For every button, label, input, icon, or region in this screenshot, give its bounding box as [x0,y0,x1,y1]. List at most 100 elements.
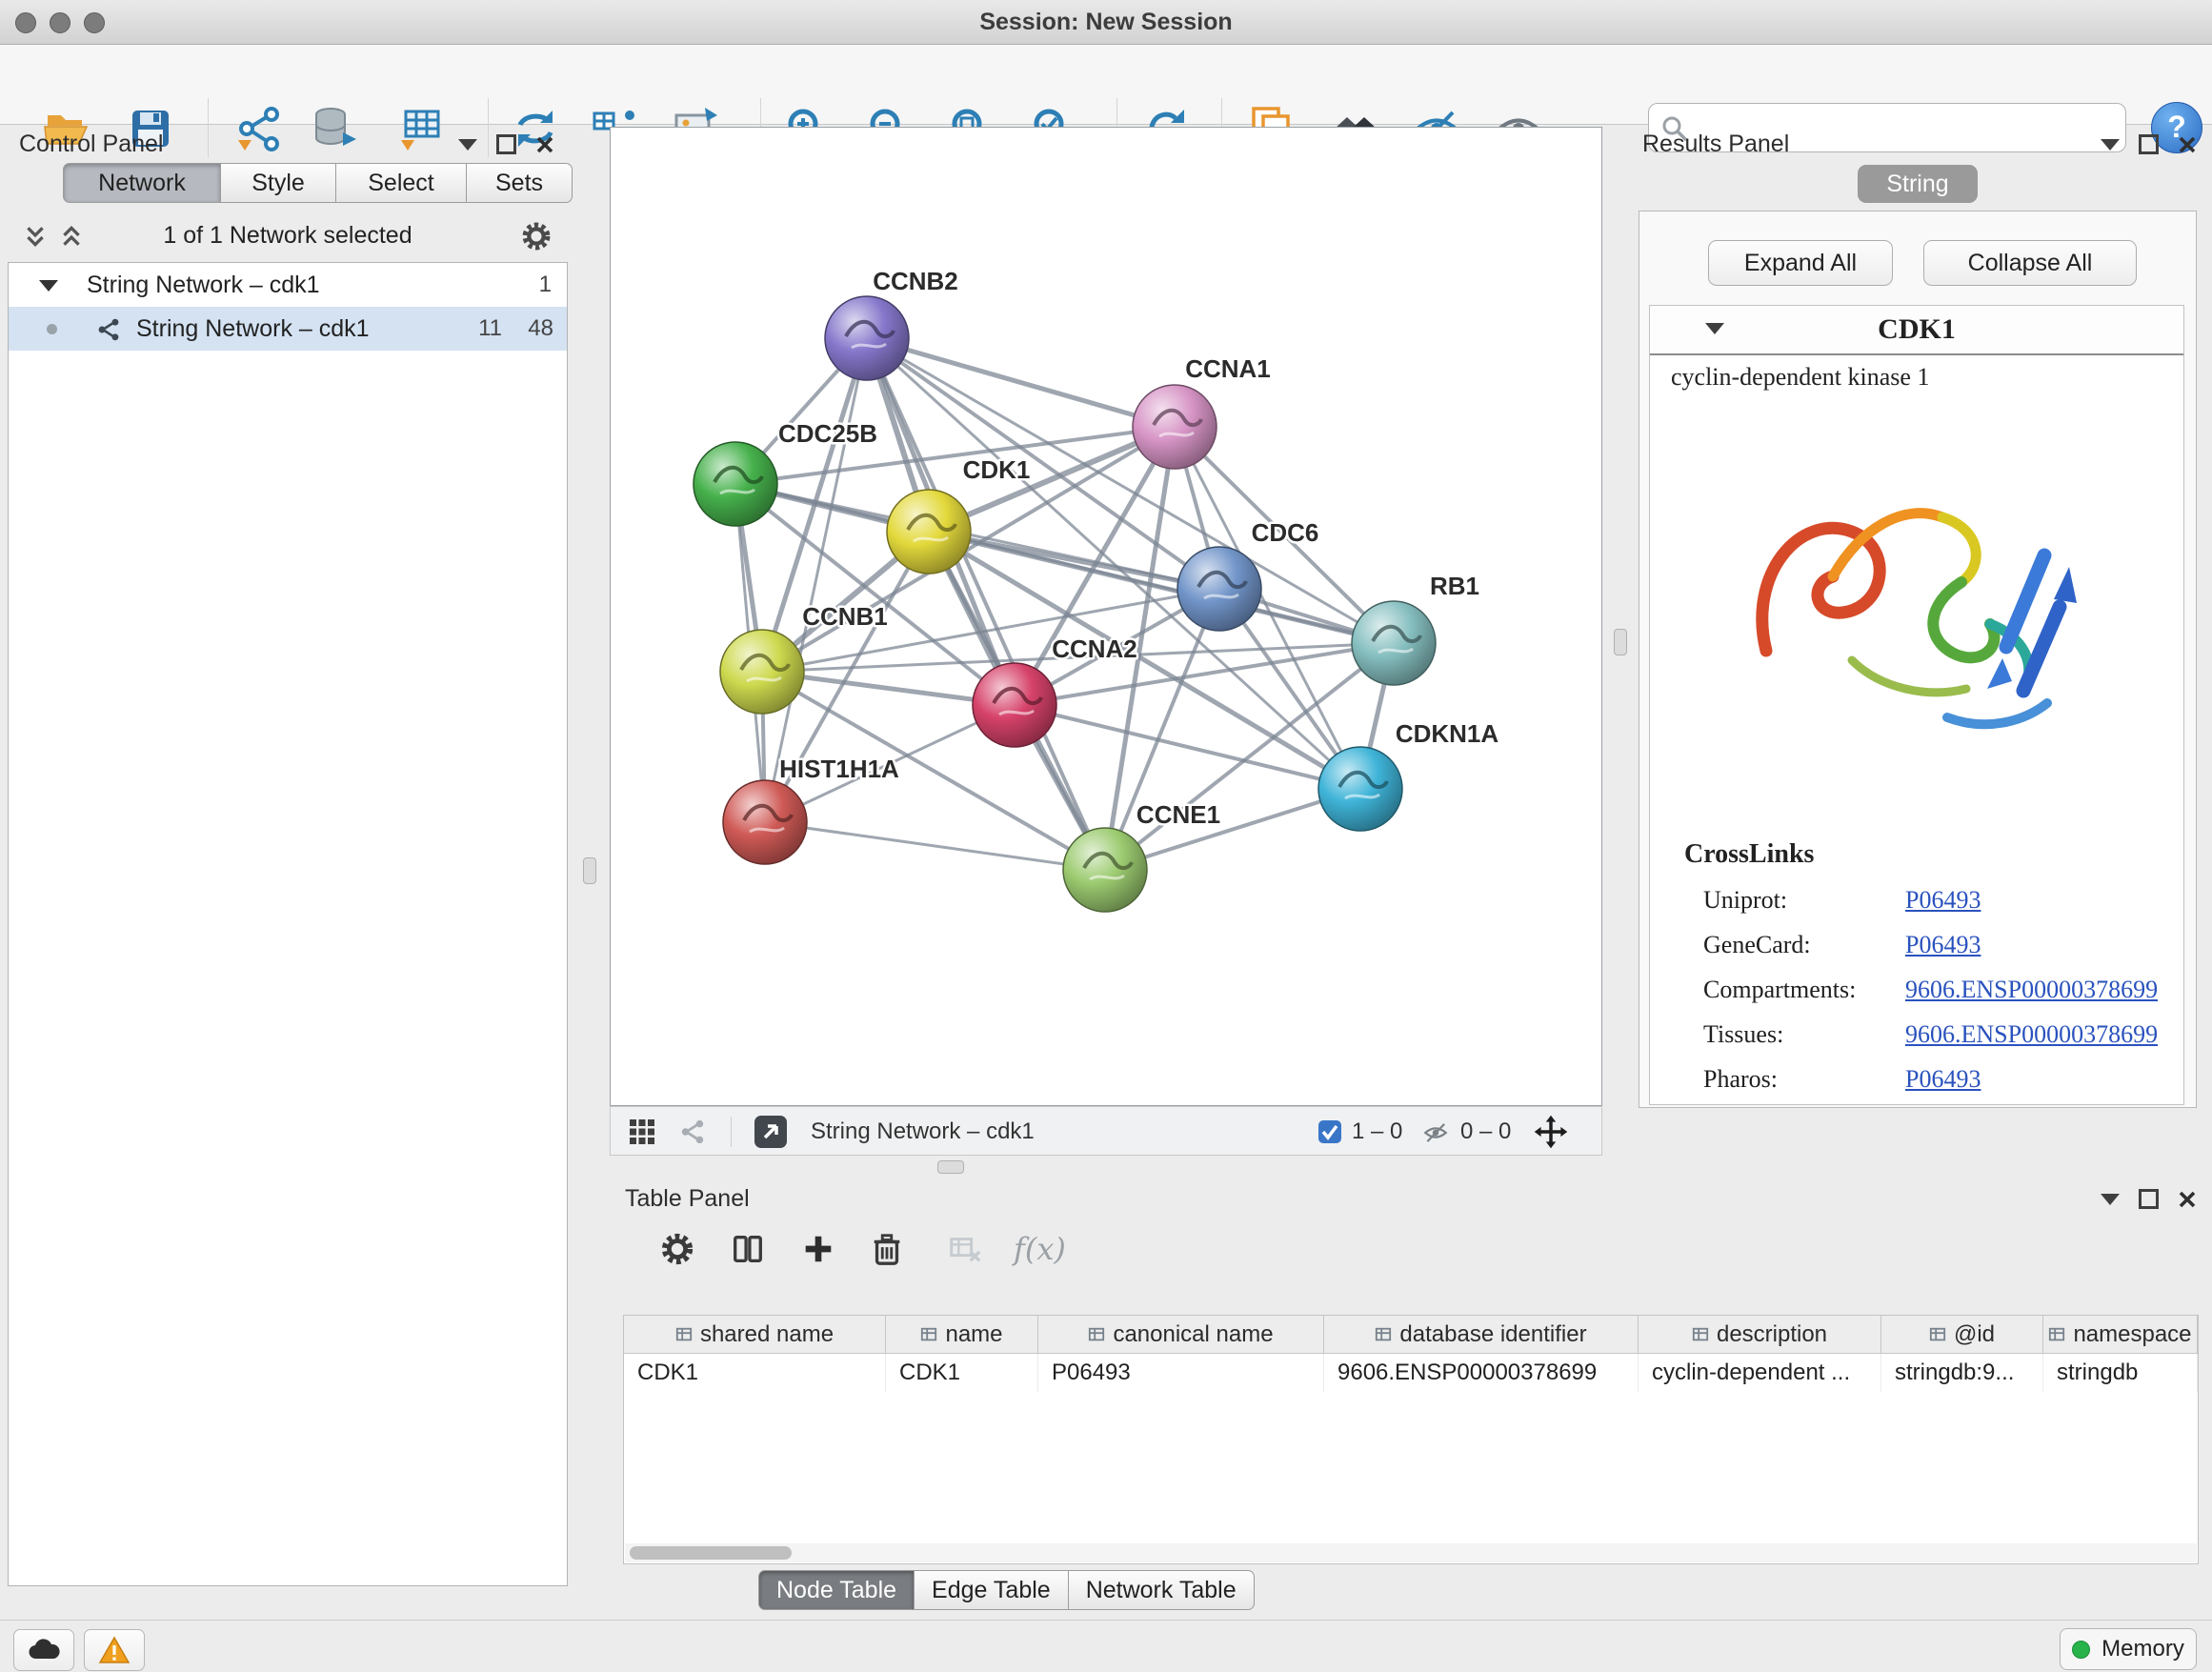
show-columns-icon[interactable] [730,1231,766,1267]
expand-all-button[interactable]: Expand All [1708,240,1893,286]
crosslink-label: GeneCard: [1703,922,1811,967]
collapse-all-button[interactable]: Collapse All [1923,240,2137,286]
network-node-cdk1[interactable] [887,490,971,574]
crosslink-row: Compartments: 9606.ENSP00000378699 [1650,967,2183,1012]
tree-row-network[interactable]: String Network – cdk1 11 48 [9,307,567,351]
crosslink-link[interactable]: 9606.ENSP00000378699 [1905,967,2158,1012]
tab-edge-table[interactable]: Edge Table [914,1570,1069,1610]
crosslink-link[interactable]: 9606.ENSP00000378699 [1905,1012,2158,1057]
network-graph: CCNB2CCNA1CDC25BCDK1CDC6RB1CCNB1CCNA2CDK… [611,128,1601,1105]
float-panel-button[interactable] [2101,139,2120,151]
float-panel-button[interactable] [458,139,477,151]
network-status-bar: String Network – cdk1 1 – 0 0 – 0 [610,1106,1602,1156]
node-label: CDKN1A [1396,719,1499,748]
column-label: description [1717,1321,1827,1348]
protein-structure-image [1709,413,2128,813]
splitter-handle[interactable] [583,857,596,884]
tab-select[interactable]: Select [335,163,467,203]
column-icon [675,1326,693,1343]
tab-network-table[interactable]: Network Table [1068,1570,1255,1610]
crosslink-label: Pharos: [1703,1057,1778,1101]
network-node-cdc6[interactable] [1177,547,1261,631]
table-settings-gear-icon[interactable] [659,1231,695,1267]
maximize-panel-button[interactable] [2139,1189,2159,1209]
open-in-new-icon[interactable] [754,1115,788,1149]
network-edge[interactable] [765,822,1105,870]
disclosure-triangle-icon[interactable] [39,280,58,292]
horizontal-scrollbar [625,1543,2197,1562]
warnings-button[interactable] [84,1629,145,1671]
hidden-eye-slash-icon[interactable] [1422,1119,1449,1146]
splitter-handle[interactable] [937,1160,964,1174]
cell-database-identifier: 9606.ENSP00000378699 [1324,1354,1639,1392]
close-panel-button[interactable] [535,135,554,154]
splitter-handle[interactable] [1614,629,1627,655]
network-count: 1 [539,263,552,307]
tree-row-collection[interactable]: String Network – cdk1 1 [9,263,567,307]
network-node-ccne1[interactable] [1063,828,1147,912]
network-node-ccnb1[interactable] [720,630,804,714]
tab-network[interactable]: Network [63,163,221,203]
column-header-canonical-name[interactable]: canonical name [1038,1316,1324,1354]
cloud-button[interactable] [13,1629,74,1671]
network-node-ccna1[interactable] [1133,385,1217,469]
node-label: CCNA1 [1185,354,1271,383]
network-edge[interactable] [867,338,1394,643]
crosslink-link[interactable]: P06493 [1905,1057,1981,1101]
network-node-hist1h1a[interactable] [723,780,807,864]
crosslink-link[interactable]: P06493 [1905,922,1981,967]
network-view-icon[interactable] [679,1118,706,1145]
crosslink-label: Compartments: [1703,967,1856,1012]
window-titlebar: Session: New Session [0,0,2212,45]
network-tree: String Network – cdk1 1 String Network –… [8,262,568,1586]
column-header-name[interactable]: name [886,1316,1038,1354]
grid-view-icon[interactable] [628,1118,656,1146]
column-icon [1375,1326,1392,1343]
gear-icon[interactable] [520,220,553,252]
column-header-shared-name[interactable]: shared name [624,1316,886,1354]
main-toolbar: ? [0,45,2212,125]
column-header-database-identifier[interactable]: database identifier [1324,1316,1639,1354]
network-node-rb1[interactable] [1352,601,1436,685]
edge-count: 48 [528,307,553,351]
column-header-namespace[interactable]: namespace [2043,1316,2198,1354]
float-panel-button[interactable] [2101,1194,2120,1205]
column-label: name [945,1321,1002,1348]
close-panel-button[interactable] [2178,1190,2197,1209]
column-label: @id [1954,1321,1995,1348]
tab-string[interactable]: String [1858,165,1978,203]
node-label: CCNB2 [873,267,958,295]
column-header-id[interactable]: @id [1881,1316,2043,1354]
table-row[interactable]: CDK1 CDK1 P06493 9606.ENSP00000378699 cy… [624,1354,2198,1392]
selected-node-edge-counts: 1 – 0 [1352,1107,1402,1157]
maximize-panel-button[interactable] [2139,134,2159,154]
network-canvas[interactable]: CCNB2CCNA1CDC25BCDK1CDC6RB1CCNB1CCNA2CDK… [610,127,1602,1106]
tab-sets[interactable]: Sets [466,163,573,203]
memory-button[interactable]: Memory [2060,1628,2197,1670]
tab-node-table[interactable]: Node Table [758,1570,915,1610]
network-node-ccna2[interactable] [973,663,1056,747]
add-column-plus-icon[interactable] [800,1231,836,1267]
cell-id: stringdb:9... [1881,1354,2043,1392]
column-label: canonical name [1113,1321,1273,1348]
fit-content-crosshair-icon[interactable] [1533,1114,1569,1150]
network-edge[interactable] [867,338,1175,427]
network-edge[interactable] [867,338,1105,870]
network-node-cdc25b[interactable] [694,442,777,526]
close-panel-button[interactable] [2178,135,2197,154]
crosslink-row: Tissues: 9606.ENSP00000378699 [1650,1012,2183,1057]
maximize-panel-button[interactable] [496,134,516,154]
network-edge[interactable] [765,338,867,822]
network-node-ccnb2[interactable] [825,296,909,380]
crosslink-link[interactable]: P06493 [1905,877,1981,922]
hidden-node-edge-counts: 0 – 0 [1460,1107,1511,1157]
tab-style[interactable]: Style [220,163,336,203]
function-builder-fx[interactable]: f(x) [1014,1231,1066,1267]
gene-section-header[interactable]: CDK1 [1650,306,2183,355]
column-header-description[interactable]: description [1639,1316,1881,1354]
node-label: CDC6 [1252,518,1319,547]
network-node-cdkn1a[interactable] [1318,747,1402,831]
delete-trash-icon[interactable] [869,1231,905,1267]
selected-checkbox-icon[interactable] [1317,1119,1342,1144]
scrollbar-thumb[interactable] [630,1546,792,1560]
